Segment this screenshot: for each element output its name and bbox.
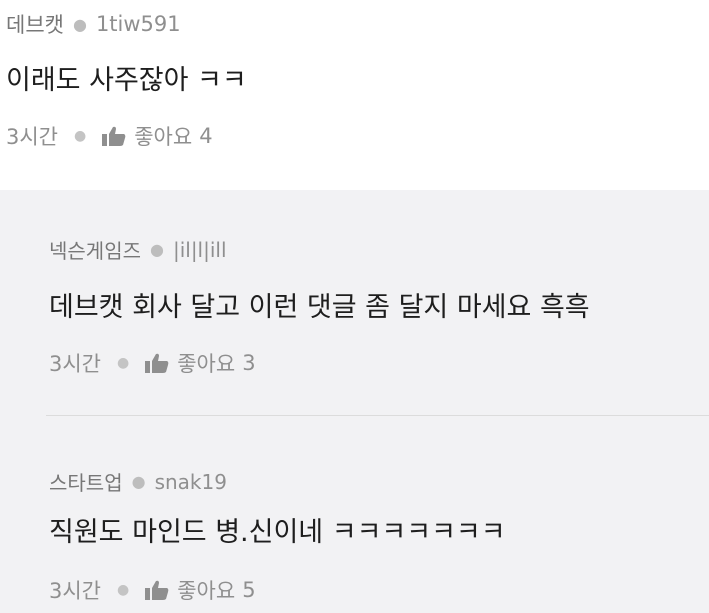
separator-dot: ● — [131, 472, 146, 491]
thumbs-up-icon[interactable] — [102, 126, 126, 146]
separator-dot: ● — [150, 240, 164, 259]
reply-time: 3시간 — [49, 579, 102, 603]
like-count: 5 — [242, 578, 256, 602]
reply-author[interactable]: 스타트업 — [49, 467, 123, 496]
thumbs-up-icon[interactable] — [145, 580, 169, 600]
reply-meta: 넥슨게임즈 ● |il|l|ill — [49, 235, 227, 264]
reply-time: 3시간 — [49, 352, 102, 376]
reply-divider — [46, 415, 709, 416]
separator-dot: ● — [72, 14, 87, 34]
thumbs-up-icon[interactable] — [145, 353, 169, 373]
reply-footer: 3시간 ● 좋아요 5 — [49, 575, 256, 605]
reply-user-id[interactable]: snak19 — [155, 470, 227, 494]
reply-user-id[interactable]: |il|l|ill — [173, 238, 227, 262]
comment-meta: 데브캣 ● 1tiw591 — [6, 9, 181, 39]
reply-footer: 3시간 ● 좋아요 3 — [49, 348, 256, 378]
like-count: 3 — [242, 351, 256, 375]
like-count: 4 — [199, 124, 213, 148]
comment-author[interactable]: 데브캣 — [6, 9, 64, 39]
separator-dot: ● — [117, 582, 130, 598]
reply-text: 직원도 마인드 병.신이네 ㅋㅋㅋㅋㅋㅋㅋ — [49, 517, 506, 548]
like-label[interactable]: 좋아요 — [177, 575, 235, 605]
comment-footer: 3시간 ● 좋아요 4 — [6, 121, 213, 151]
like-label[interactable]: 좋아요 — [177, 348, 235, 378]
comment-card: 데브캣 ● 1tiw591 이래도 사주잖아 ㅋㅋ 3시간 ● 좋아요 4 — [0, 0, 709, 190]
comment-text: 이래도 사주잖아 ㅋㅋ — [6, 65, 247, 96]
separator-dot: ● — [74, 128, 87, 144]
reply-author[interactable]: 넥슨게임즈 — [49, 235, 141, 264]
separator-dot: ● — [117, 355, 130, 371]
reply-meta: 스타트업 ● snak19 — [49, 467, 227, 496]
comment-time: 3시간 — [6, 125, 59, 149]
comment-user-id[interactable]: 1tiw591 — [96, 12, 181, 36]
like-label[interactable]: 좋아요 — [134, 121, 192, 151]
reply-text: 데브캣 회사 달고 이런 댓글 좀 달지 마세요 흑흑 — [49, 292, 590, 323]
